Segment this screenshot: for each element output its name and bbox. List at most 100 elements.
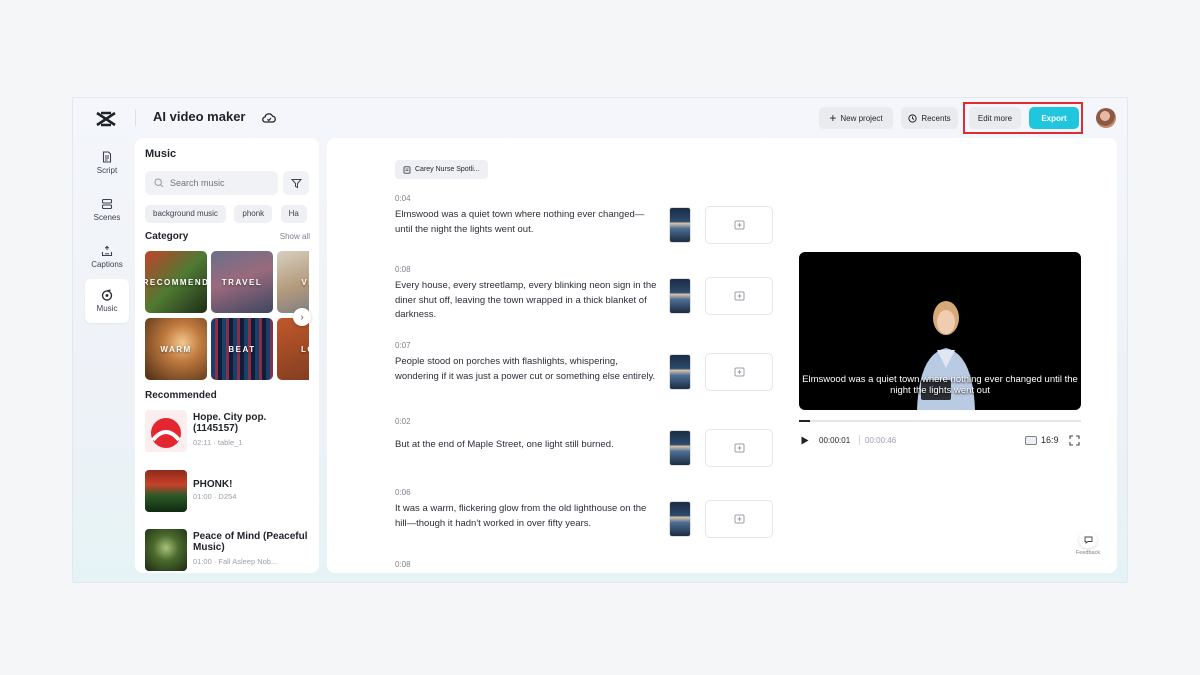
filter-icon <box>290 178 302 188</box>
script-editor: Carey Nurse Spotli... 0:04 Elmswood was … <box>327 138 1117 573</box>
scene-thumbnail[interactable] <box>669 207 691 243</box>
add-media-button[interactable] <box>705 500 773 538</box>
chip-phonk[interactable]: phonk <box>234 205 273 223</box>
track-item[interactable]: Peace of Mind (Peaceful Music) 01:00 · F… <box>145 529 315 573</box>
track-item[interactable]: Hope. City pop. (1145157) 02:11 · table_… <box>145 410 315 454</box>
music-icon <box>101 289 113 301</box>
captions-icon <box>101 245 113 257</box>
chip-background-music[interactable]: background music <box>145 205 226 223</box>
category-next-arrow-icon[interactable]: › <box>293 308 311 326</box>
add-media-icon <box>734 291 744 301</box>
current-time: 00:00:01 <box>819 436 851 445</box>
aspect-ratio-icon[interactable] <box>1025 436 1037 445</box>
add-media-button[interactable] <box>705 277 773 315</box>
aspect-ratio-value[interactable]: 16:9 <box>1041 435 1059 445</box>
clock-icon <box>908 113 917 123</box>
scene-text[interactable]: Every house, every streetlamp, every bli… <box>395 279 657 323</box>
scene-row: 0:06 It was a warm, flickering glow from… <box>395 488 775 548</box>
left-nav: Script Scenes Captions Music <box>83 138 131 578</box>
source-chip-label: Carey Nurse Spotli... <box>415 166 480 173</box>
add-media-icon <box>734 443 744 453</box>
recents-button[interactable]: Recents <box>901 107 958 129</box>
total-time: 00:00:46 <box>865 436 897 445</box>
category-grid: RECOMMEND TRAVEL VL WARM BEAT LO <box>145 251 309 383</box>
track-thumbnail <box>145 410 187 452</box>
add-media-button[interactable] <box>705 206 773 244</box>
scene-text[interactable]: Elmswood was a quiet town where nothing … <box>395 208 657 237</box>
filter-button[interactable] <box>283 171 309 195</box>
play-icon[interactable] <box>801 436 809 445</box>
feedback-button[interactable]: Feedback <box>1071 530 1105 558</box>
time-divider <box>859 435 860 445</box>
nav-label-music: Music <box>96 304 118 313</box>
recents-label: Recents <box>921 113 951 123</box>
show-all-link[interactable]: Show all <box>280 232 310 241</box>
search-input[interactable] <box>170 178 270 188</box>
add-media-button[interactable] <box>705 353 773 391</box>
category-tile-travel[interactable]: TRAVEL <box>211 251 273 313</box>
fullscreen-icon[interactable] <box>1069 435 1080 446</box>
header-divider <box>135 110 136 126</box>
nav-item-music[interactable]: Music <box>85 279 129 323</box>
add-media-button[interactable] <box>705 429 773 467</box>
music-panel: Music background music phonk Ha Category… <box>135 138 319 573</box>
scene-time: 0:04 <box>395 194 411 203</box>
track-meta: 01:00 · Fall Asleep Nob... <box>193 557 278 566</box>
scene-text[interactable]: It was a warm, flickering glow from the … <box>395 502 657 531</box>
playback-progress-bar[interactable] <box>799 420 1081 422</box>
nav-item-script[interactable]: Script <box>85 142 129 184</box>
scene-time: 0:06 <box>395 488 411 497</box>
scene-thumbnail[interactable] <box>669 278 691 314</box>
scene-time: 0:02 <box>395 417 411 426</box>
track-name: PHONK! <box>193 479 233 490</box>
scene-time: 0:07 <box>395 341 411 350</box>
category-tile-recommend[interactable]: RECOMMEND <box>145 251 207 313</box>
suggestion-chips: background music phonk Ha <box>145 203 315 223</box>
chip-truncated[interactable]: Ha <box>280 205 307 223</box>
nav-item-scenes[interactable]: Scenes <box>85 189 129 231</box>
nav-label-script: Script <box>96 166 118 175</box>
playback-progress-fill <box>799 420 811 422</box>
scene-text[interactable]: People stood on porches with flashlights… <box>395 355 657 384</box>
app-window: AI video maker + New project Recents Edi… <box>72 97 1128 583</box>
category-tile-beat[interactable]: BEAT <box>211 318 273 380</box>
plus-icon: + <box>829 111 837 125</box>
script-icon <box>102 151 112 163</box>
search-icon <box>154 178 164 188</box>
category-tile-lo[interactable]: LO <box>277 318 309 380</box>
scene-thumbnail[interactable] <box>669 430 691 466</box>
category-tile-vl[interactable]: VL <box>277 251 309 313</box>
feedback-icon <box>1079 532 1097 548</box>
nav-item-captions[interactable]: Captions <box>85 236 129 278</box>
scene-thumbnail[interactable] <box>669 354 691 390</box>
search-box[interactable] <box>145 171 278 195</box>
scene-text[interactable]: But at the end of Maple Street, one ligh… <box>395 438 657 453</box>
track-thumbnail <box>145 470 187 512</box>
capcut-logo-icon[interactable] <box>95 110 117 128</box>
feedback-label: Feedback <box>1075 550 1101 556</box>
nav-label-captions: Captions <box>91 260 123 269</box>
track-meta: 02:11 · table_1 <box>193 438 243 447</box>
track-name: Hope. City pop. (1145157) <box>193 412 267 434</box>
category-header: Category Show all <box>145 231 310 242</box>
video-preview[interactable]: Elmswood was a quiet town where nothing … <box>799 252 1081 410</box>
highlight-annotation <box>963 102 1083 134</box>
add-media-icon <box>734 514 744 524</box>
category-tile-warm[interactable]: WARM <box>145 318 207 380</box>
page-title: AI video maker <box>153 109 246 124</box>
scene-row: 0:02 But at the end of Maple Street, one… <box>395 417 775 477</box>
track-thumbnail <box>145 529 187 571</box>
new-project-button[interactable]: + New project <box>819 107 893 129</box>
new-project-label: New project <box>840 113 883 123</box>
scene-row: 0:04 Elmswood was a quiet town where not… <box>395 194 775 254</box>
scene-row: 0:08 Every house, every streetlamp, ever… <box>395 265 775 325</box>
nav-label-scenes: Scenes <box>93 213 121 222</box>
source-chip[interactable]: Carey Nurse Spotli... <box>395 160 488 179</box>
add-media-icon <box>734 367 744 377</box>
top-bar: AI video maker + New project Recents Edi… <box>73 98 1127 138</box>
track-name: Peace of Mind (Peaceful Music) <box>193 531 308 553</box>
cloud-sync-icon[interactable] <box>261 110 277 126</box>
track-item[interactable]: PHONK! 01:00 · D254 <box>145 470 315 514</box>
scene-thumbnail[interactable] <box>669 501 691 537</box>
avatar[interactable] <box>1096 108 1116 128</box>
